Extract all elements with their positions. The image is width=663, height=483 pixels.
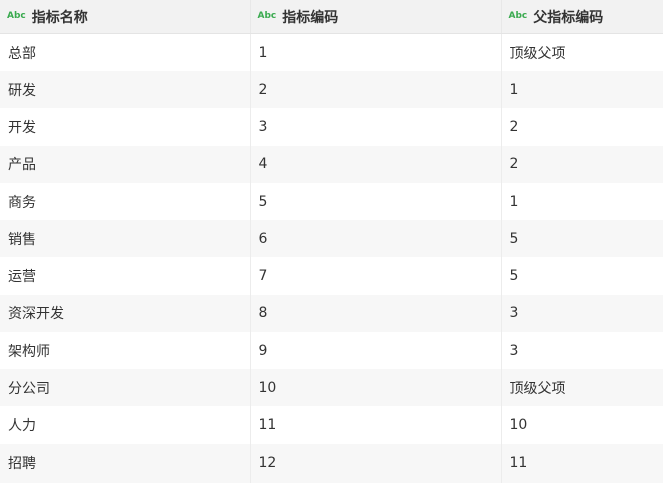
cell-parent-code[interactable]: 1 <box>501 71 663 109</box>
cell-parent-code[interactable]: 3 <box>501 294 663 332</box>
cell-indicator-code[interactable]: 8 <box>250 294 502 332</box>
cell-parent-code[interactable]: 5 <box>501 220 663 258</box>
cell-indicator-name[interactable]: 研发 <box>0 71 251 109</box>
table-row[interactable]: 架构师 9 3 <box>0 331 663 370</box>
cell-indicator-code[interactable]: 5 <box>250 182 502 221</box>
cell-parent-code[interactable]: 2 <box>501 145 663 183</box>
cell-indicator-code[interactable]: 11 <box>250 406 502 444</box>
cell-parent-code[interactable]: 11 <box>501 443 663 483</box>
text-type-icon: Abc <box>7 10 26 21</box>
table-row[interactable]: 分公司 10 顶级父项 <box>0 369 663 407</box>
cell-indicator-code[interactable]: 1 <box>250 33 502 72</box>
cell-indicator-code[interactable]: 10 <box>250 369 502 407</box>
header-row: Abc 指标名称 Abc 指标编码 Abc 父指标编码 <box>0 0 663 34</box>
table-row[interactable]: 招聘 12 11 <box>0 443 663 483</box>
cell-indicator-name[interactable]: 商务 <box>0 182 251 221</box>
cell-indicator-code[interactable]: 9 <box>250 331 502 370</box>
cell-indicator-code[interactable]: 3 <box>250 108 502 146</box>
column-header-label: 父指标编码 <box>533 9 604 26</box>
cell-indicator-name[interactable]: 运营 <box>0 257 251 295</box>
table-row[interactable]: 人力 11 10 <box>0 406 663 444</box>
cell-indicator-name[interactable]: 分公司 <box>0 369 251 407</box>
table-row[interactable]: 总部 1 顶级父项 <box>0 33 663 72</box>
table-row[interactable]: 产品 4 2 <box>0 145 663 183</box>
cell-indicator-code[interactable]: 12 <box>250 443 502 483</box>
table-row[interactable]: 资深开发 8 3 <box>0 294 663 332</box>
cell-parent-code[interactable]: 1 <box>501 182 663 221</box>
cell-indicator-name[interactable]: 人力 <box>0 406 251 444</box>
cell-indicator-code[interactable]: 4 <box>250 145 502 183</box>
cell-parent-code[interactable]: 5 <box>501 257 663 295</box>
cell-parent-code[interactable]: 顶级父项 <box>501 369 663 407</box>
text-type-icon: Abc <box>508 10 528 21</box>
column-header-label: 指标编码 <box>282 9 339 26</box>
cell-indicator-name[interactable]: 销售 <box>0 220 251 258</box>
column-header-parent-code[interactable]: Abc 父指标编码 <box>501 0 663 34</box>
cell-indicator-name[interactable]: 架构师 <box>0 331 251 370</box>
cell-indicator-name[interactable]: 总部 <box>0 33 251 72</box>
cell-parent-code[interactable]: 3 <box>501 331 663 370</box>
cell-indicator-name[interactable]: 资深开发 <box>0 294 251 332</box>
cell-indicator-name[interactable]: 招聘 <box>0 443 251 483</box>
table-row[interactable]: 研发 2 1 <box>0 71 663 109</box>
data-grid: Abc 指标名称 Abc 指标编码 Abc 父指标编码 总部 1 顶级父项 研发 2 … <box>0 0 663 483</box>
table-row[interactable]: 商务 5 1 <box>0 182 663 221</box>
table-row[interactable]: 运营 7 5 <box>0 257 663 295</box>
cell-parent-code[interactable]: 顶级父项 <box>501 33 663 72</box>
cell-parent-code[interactable]: 10 <box>501 406 663 444</box>
column-header-label: 指标名称 <box>31 9 88 26</box>
cell-indicator-name[interactable]: 产品 <box>0 145 251 183</box>
cell-indicator-code[interactable]: 7 <box>250 257 502 295</box>
cell-indicator-code[interactable]: 2 <box>250 71 502 109</box>
column-header-indicator-name[interactable]: Abc 指标名称 <box>0 0 251 34</box>
cell-parent-code[interactable]: 2 <box>501 108 663 146</box>
cell-indicator-code[interactable]: 6 <box>250 220 502 258</box>
table-row[interactable]: 销售 6 5 <box>0 220 663 258</box>
column-header-indicator-code[interactable]: Abc 指标编码 <box>250 0 502 34</box>
table-row[interactable]: 开发 3 2 <box>0 108 663 146</box>
cell-indicator-name[interactable]: 开发 <box>0 108 251 146</box>
text-type-icon: Abc <box>257 10 277 21</box>
